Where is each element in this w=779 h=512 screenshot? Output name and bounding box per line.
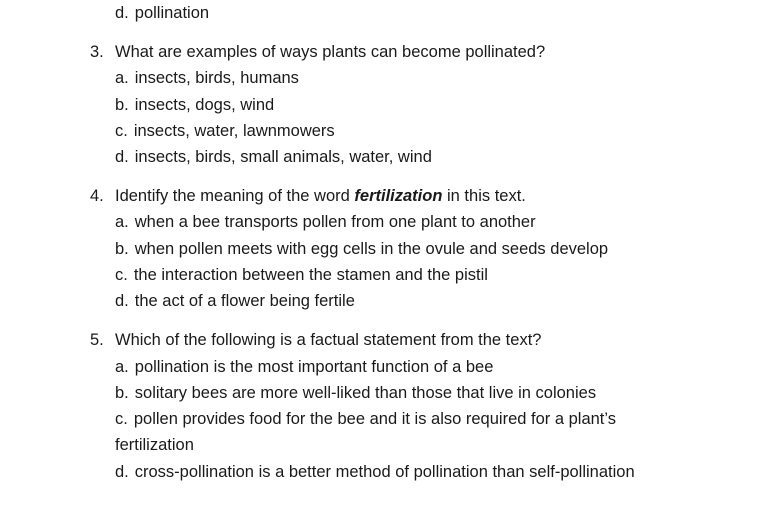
option-text: pollination is the most important functi…	[134, 358, 494, 376]
quiz-page: d. pollination 3. What are examples of wa…	[0, 0, 779, 512]
question-3-number: 3.	[90, 43, 104, 61]
question-3-option-b: b. insects, dogs, wind	[115, 95, 274, 115]
question-4-text: Identify the meaning of the word fertili…	[115, 186, 526, 206]
question-5-option-b: b. solitary bees are more well-liked than…	[115, 383, 596, 403]
option-letter: a.	[115, 213, 129, 231]
option-text: insects, water, lawnmowers	[133, 122, 335, 140]
option-letter: b.	[115, 240, 129, 258]
prev-question-option-d: d. pollination	[115, 3, 209, 23]
option-letter: c.	[115, 122, 128, 140]
option-text: when a bee transports pollen from one pl…	[134, 213, 536, 231]
question-4-option-b: b. when pollen meets with egg cells in th…	[115, 239, 608, 259]
question-5-option-c-continued: fertilization	[115, 436, 194, 454]
option-text: cross-pollination is a better method of …	[134, 463, 635, 481]
question-4-option-a: a. when a bee transports pollen from one …	[115, 212, 536, 232]
question-5-option-c: c. pollen provides food for the bee and i…	[115, 409, 616, 429]
option-text: the act of a flower being fertile	[134, 292, 355, 310]
question-4-number: 4.	[90, 187, 104, 205]
question-5-number: 5.	[90, 331, 104, 349]
option-letter: b.	[115, 384, 129, 402]
option-text: solitary bees are more well-liked than t…	[134, 384, 597, 402]
option-text: the interaction between the stamen and t…	[133, 266, 488, 284]
keyword: fertilization	[354, 187, 443, 205]
option-letter: c.	[115, 410, 128, 428]
option-letter: d.	[115, 4, 129, 22]
option-letter: a.	[115, 358, 129, 376]
question-5-text: Which of the following is a factual stat…	[115, 331, 542, 349]
question-5-option-a: a. pollination is the most important func…	[115, 357, 493, 377]
question-text-after: in this text.	[442, 187, 526, 205]
option-text: pollination	[134, 4, 210, 22]
question-3-option-a: a. insects, birds, humans	[115, 68, 299, 88]
option-letter: c.	[115, 266, 128, 284]
question-text-before: Identify the meaning of the word	[115, 187, 355, 205]
option-letter: b.	[115, 96, 129, 114]
option-text: pollen provides food for the bee and it …	[133, 410, 617, 428]
question-3-option-d: d. insects, birds, small animals, water, …	[115, 147, 432, 167]
option-letter: d.	[115, 463, 129, 481]
option-text: insects, birds, humans	[134, 69, 299, 87]
question-5-option-d: d. cross-pollination is a better method o…	[115, 462, 635, 482]
question-3-text: What are examples of ways plants can bec…	[115, 43, 546, 61]
option-text: insects, birds, small animals, water, wi…	[134, 148, 432, 166]
question-3-option-c: c. insects, water, lawnmowers	[115, 121, 335, 141]
question-4-option-c: c. the interaction between the stamen and…	[115, 265, 488, 285]
option-letter: d.	[115, 148, 129, 166]
question-4-option-d: d. the act of a flower being fertile	[115, 291, 355, 311]
option-letter: a.	[115, 69, 129, 87]
option-letter: d.	[115, 292, 129, 310]
option-text: when pollen meets with egg cells in the …	[134, 240, 609, 258]
option-text: insects, dogs, wind	[134, 96, 275, 114]
